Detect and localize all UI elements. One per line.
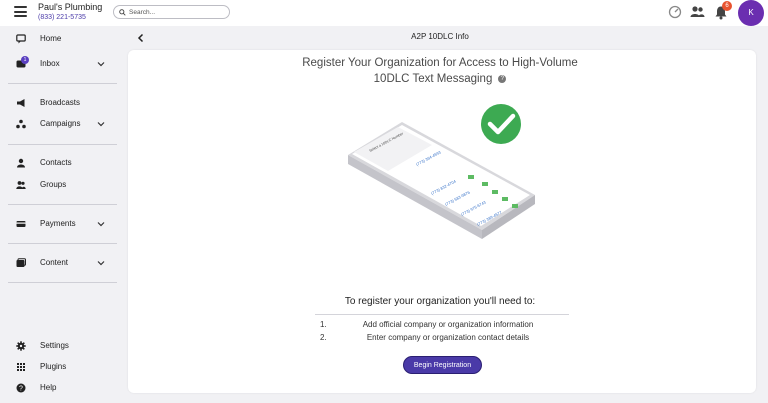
- sidebar-item-label: Campaigns: [40, 119, 81, 128]
- sidebar-item-settings[interactable]: Settings: [0, 337, 122, 355]
- sidebar-item-label: Payments: [40, 219, 76, 228]
- begin-registration-button[interactable]: Begin Registration: [403, 356, 482, 374]
- page-title: A2P 10DLC Info: [411, 32, 469, 41]
- svg-text:?: ?: [19, 386, 23, 393]
- success-check-icon: [481, 104, 521, 144]
- avatar[interactable]: K: [738, 0, 764, 26]
- home-icon: [16, 34, 26, 44]
- back-arrow-icon[interactable]: [136, 33, 146, 43]
- help-icon: ?: [16, 383, 26, 393]
- search-input[interactable]: [129, 8, 224, 16]
- sidebar-item-label: Groups: [40, 180, 67, 189]
- sidebar-item-plugins[interactable]: Plugins: [0, 358, 122, 376]
- requirements-title: To register your organization you'll nee…: [344, 296, 536, 307]
- sidebar-item-label: Settings: [40, 341, 69, 350]
- sidebar-item-label: Plugins: [40, 362, 67, 371]
- divider: [8, 144, 117, 145]
- megaphone-icon: [17, 99, 25, 107]
- inbox-badge: 1: [21, 56, 29, 64]
- step-text: Enter company or organization contact de…: [366, 333, 530, 342]
- divider: [8, 282, 117, 283]
- sidebar-item-label: Inbox: [40, 59, 60, 68]
- heading-line-2: 10DLC Text Messaging?: [290, 71, 590, 87]
- campaigns-icon: [16, 119, 26, 129]
- speedometer-icon[interactable]: [668, 5, 682, 19]
- payments-icon: [16, 221, 26, 227]
- help-icon[interactable]: ?: [498, 74, 507, 83]
- chevron-down-icon[interactable]: [97, 220, 105, 228]
- sidebar-item-broadcasts[interactable]: Broadcasts: [0, 94, 122, 112]
- brand-phone: (833) 221-5735: [38, 14, 86, 21]
- group-icon: [16, 181, 26, 189]
- notification-badge: 6: [722, 1, 732, 11]
- heading-line-2-text: 10DLC Text Messaging: [373, 73, 493, 85]
- search-box[interactable]: [113, 5, 230, 19]
- sidebar-item-label: Help: [40, 383, 57, 392]
- requirements-list: 1. Add official company or organization …: [318, 320, 578, 346]
- sidebar-item-payments[interactable]: Payments: [0, 215, 122, 233]
- divider: [8, 204, 117, 205]
- chevron-down-icon[interactable]: [97, 259, 105, 267]
- content-icon: [16, 258, 26, 267]
- divider: [8, 243, 117, 244]
- registration-heading: Register Your Organization for Access to…: [290, 55, 590, 87]
- search-icon: [119, 8, 126, 16]
- sidebar-item-label: Broadcasts: [40, 98, 81, 107]
- sidebar-item-label: Content: [40, 258, 69, 267]
- phone-illustration: Select a 10DLC Number (773) 364-4593 (77…: [348, 104, 535, 239]
- person-icon: [17, 158, 25, 168]
- divider: [8, 83, 117, 84]
- brand-name: Paul's Plumbing: [38, 2, 103, 12]
- sidebar-item-content[interactable]: Content: [0, 254, 122, 272]
- sidebar: Home 1 Inbox Broadcasts Campaigns Contac…: [0, 26, 122, 403]
- sidebar-item-help[interactable]: ? Help: [0, 379, 122, 397]
- sidebar-item-home[interactable]: Home: [0, 30, 122, 48]
- top-bar: Paul's Plumbing (833) 221-5735 6 K: [0, 0, 768, 26]
- list-item: 1. Add official company or organization …: [318, 320, 578, 333]
- sidebar-item-label: Contacts: [40, 158, 72, 167]
- list-item: 2. Enter company or organization contact…: [318, 333, 578, 346]
- sidebar-item-label: Home: [40, 34, 62, 43]
- grid-icon: [17, 363, 25, 371]
- sidebar-item-contacts[interactable]: Contacts: [0, 154, 122, 172]
- sidebar-item-groups[interactable]: Groups: [0, 176, 122, 194]
- menu-icon[interactable]: [14, 6, 27, 17]
- gear-icon: [16, 341, 26, 351]
- divider: [315, 314, 569, 315]
- brand[interactable]: Paul's Plumbing (833) 221-5735: [38, 2, 102, 23]
- sidebar-item-inbox[interactable]: 1 Inbox: [0, 55, 122, 73]
- sidebar-item-campaigns[interactable]: Campaigns: [0, 115, 122, 133]
- heading-line-1: Register Your Organization for Access to…: [302, 57, 578, 69]
- users-icon[interactable]: [690, 5, 705, 19]
- chevron-down-icon[interactable]: [97, 120, 105, 128]
- chevron-down-icon[interactable]: [97, 60, 105, 68]
- step-text: Add official company or organization inf…: [362, 320, 534, 329]
